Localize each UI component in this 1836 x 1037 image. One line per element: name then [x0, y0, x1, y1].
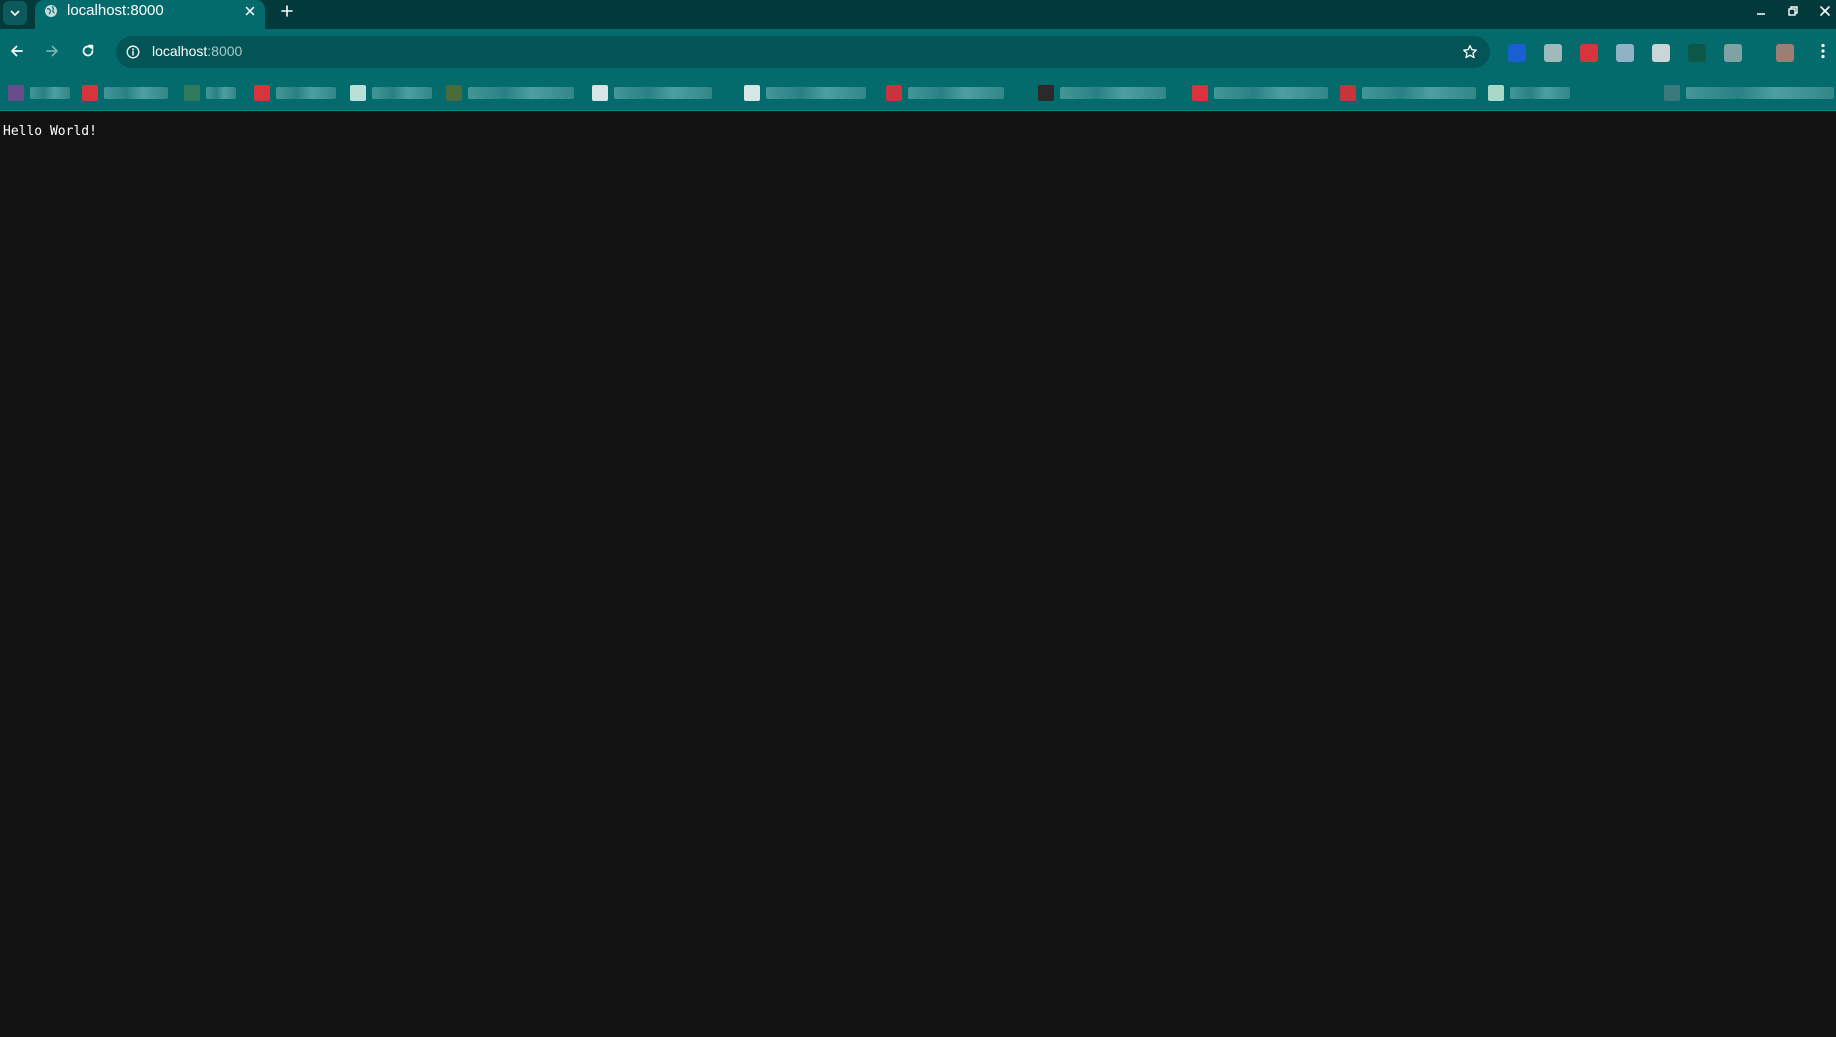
plus-icon: [281, 5, 293, 17]
browser-toolbar: localhost:8000: [0, 29, 1836, 77]
minimize-button[interactable]: [1751, 1, 1771, 21]
tab-strip: localhost:8000: [0, 0, 1836, 29]
bookmark-label: [30, 87, 70, 99]
close-icon: [245, 6, 255, 16]
bookmark-favicon-icon: [184, 85, 200, 101]
bookmark-item[interactable]: [350, 82, 432, 104]
chevron-down-icon: [10, 10, 20, 16]
reload-button[interactable]: [78, 41, 98, 61]
forward-button[interactable]: [42, 41, 62, 61]
url-text[interactable]: localhost:8000: [152, 43, 242, 59]
bookmark-favicon-icon: [82, 85, 98, 101]
bookmark-label: [104, 87, 168, 99]
bookmark-item[interactable]: [592, 82, 712, 104]
arrow-right-icon: [46, 45, 58, 57]
bookmark-item[interactable]: [82, 82, 168, 104]
bookmark-label: [1686, 87, 1834, 99]
bookmark-favicon-icon: [350, 85, 366, 101]
bookmark-item[interactable]: [184, 82, 236, 104]
bookmark-item[interactable]: [446, 82, 574, 104]
active-tab[interactable]: localhost:8000: [35, 0, 265, 29]
bookmark-favicon-icon: [1192, 85, 1208, 101]
extension-icon[interactable]: [1776, 44, 1794, 62]
tab-title: localhost:8000: [67, 2, 164, 19]
browser-menu-button[interactable]: [1815, 41, 1831, 61]
bookmark-item[interactable]: [8, 82, 70, 104]
url-host: localhost: [152, 43, 208, 59]
extension-icon[interactable]: [1688, 44, 1706, 62]
extension-icon[interactable]: [1652, 44, 1670, 62]
bookmark-favicon-icon: [1038, 85, 1054, 101]
bookmark-label: [908, 87, 1004, 99]
extension-icon[interactable]: [1508, 44, 1526, 62]
extension-icon[interactable]: [1544, 44, 1562, 62]
address-bar[interactable]: localhost:8000: [116, 36, 1490, 68]
bookmark-favicon-icon: [254, 85, 270, 101]
new-tab-button[interactable]: [277, 1, 297, 21]
bookmark-label: [276, 87, 336, 99]
extension-icon[interactable]: [1724, 44, 1742, 62]
kebab-menu-icon: [1821, 43, 1825, 59]
tab-close-button[interactable]: [242, 3, 258, 19]
bookmark-label: [372, 87, 432, 99]
bookmark-favicon-icon: [1664, 85, 1680, 101]
restore-icon: [1788, 6, 1798, 16]
arrow-left-icon: [11, 45, 23, 57]
bookmark-label: [468, 87, 574, 99]
minimize-icon: [1757, 13, 1765, 15]
close-icon: [1820, 6, 1830, 16]
bookmark-favicon-icon: [592, 85, 608, 101]
bookmark-item[interactable]: [1340, 82, 1476, 104]
bookmark-item[interactable]: [1192, 82, 1328, 104]
page-text: Hello World!: [3, 124, 97, 139]
bookmark-favicon-icon: [744, 85, 760, 101]
bookmark-favicon-icon: [446, 85, 462, 101]
bookmarks-bar: [0, 77, 1836, 111]
bookmark-favicon-icon: [1340, 85, 1356, 101]
bookmark-label: [1214, 87, 1328, 99]
bookmark-favicon-icon: [886, 85, 902, 101]
bookmark-item[interactable]: [886, 82, 1004, 104]
bookmark-label: [1510, 87, 1570, 99]
bookmark-item[interactable]: [1038, 82, 1166, 104]
bookmark-item[interactable]: [1664, 82, 1834, 104]
bookmark-item[interactable]: [254, 82, 336, 104]
bookmark-favicon-icon: [1488, 85, 1504, 101]
star-icon[interactable]: [1462, 44, 1478, 60]
restore-button[interactable]: [1783, 1, 1803, 21]
globe-icon: [45, 5, 57, 17]
extension-icon[interactable]: [1616, 44, 1634, 62]
bookmark-item[interactable]: [744, 82, 866, 104]
reload-icon: [82, 44, 94, 57]
bookmark-label: [614, 87, 712, 99]
page-viewport: Hello World!: [0, 111, 1836, 1037]
bookmark-label: [206, 87, 236, 99]
tab-search-button[interactable]: [3, 1, 27, 25]
bookmark-favicon-icon: [8, 85, 24, 101]
bookmark-label: [1060, 87, 1166, 99]
bookmark-label: [1362, 87, 1476, 99]
back-button[interactable]: [7, 41, 27, 61]
url-port: :8000: [207, 43, 243, 59]
extension-icon[interactable]: [1580, 44, 1598, 62]
info-icon[interactable]: [126, 45, 140, 59]
bookmark-item[interactable]: [1488, 82, 1570, 104]
bookmark-label: [766, 87, 866, 99]
close-window-button[interactable]: [1815, 1, 1835, 21]
